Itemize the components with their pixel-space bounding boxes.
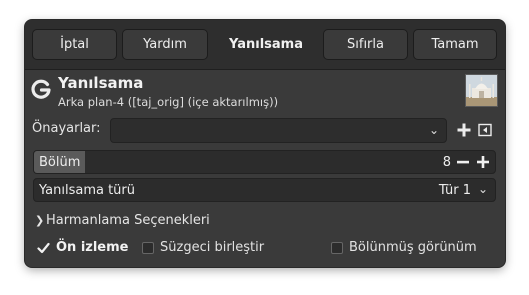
checkbox-box xyxy=(331,241,343,254)
presets-label: Önayarlar: xyxy=(32,121,101,136)
checkbox-box xyxy=(142,241,154,254)
blending-options-expander[interactable]: ❯ Harmanlama Seçenekleri xyxy=(35,213,210,228)
preset-menu-button[interactable] xyxy=(476,121,494,139)
decrement-button[interactable] xyxy=(453,151,473,173)
chevron-down-icon: ⌄ xyxy=(428,123,439,137)
divisions-spinscale[interactable]: Bölüm 8 xyxy=(33,150,496,174)
illusion-type-label: Yanılsama türü xyxy=(39,183,136,198)
chevron-down-icon: ⌄ xyxy=(477,182,488,196)
chevron-right-icon: ❯ xyxy=(35,214,45,227)
merge-filter-checkbox[interactable]: Süzgeci birleştir xyxy=(142,240,264,255)
divisions-value: 8 xyxy=(442,155,451,170)
reset-button[interactable]: Sıfırla xyxy=(323,29,408,60)
gimp-g-icon xyxy=(31,79,51,99)
blending-options-label: Harmanlama Seçenekleri xyxy=(46,213,210,228)
illusion-type-combo[interactable]: Yanılsama türü Tür 1 ⌄ xyxy=(33,178,496,202)
operation-subtitle: Arka plan-4 ([taj_orig] (içe aktarılmış)… xyxy=(58,95,279,109)
menu-left-icon xyxy=(478,123,492,137)
add-preset-button[interactable] xyxy=(455,121,473,139)
preview-checkbox[interactable]: Ön izleme xyxy=(37,240,129,255)
divisions-label: Bölüm xyxy=(39,155,81,170)
minus-icon xyxy=(457,160,469,164)
split-view-checkbox[interactable]: Bölünmüş görünüm xyxy=(331,240,477,255)
illusion-type-value: Tür 1 xyxy=(438,183,471,198)
taj-thumbnail-image xyxy=(466,75,497,106)
split-view-label: Bölünmüş görünüm xyxy=(349,240,477,255)
preview-label: Ön izleme xyxy=(56,240,129,255)
layer-thumbnail xyxy=(465,74,498,107)
header-bar: İptal Yardım Yanılsama Sıfırla Tamam xyxy=(25,20,505,70)
plus-icon xyxy=(477,156,489,168)
checkmark-icon xyxy=(37,242,50,254)
cancel-button[interactable]: İptal xyxy=(32,29,117,60)
merge-filter-label: Süzgeci birleştir xyxy=(160,240,265,255)
dialog-title: Yanılsama xyxy=(229,37,303,52)
ok-button[interactable]: Tamam xyxy=(413,29,497,60)
plus-icon xyxy=(457,123,471,137)
presets-combo[interactable]: ⌄ xyxy=(110,118,447,143)
operation-title: Yanılsama xyxy=(58,74,144,92)
increment-button[interactable] xyxy=(473,151,493,173)
illusion-dialog: İptal Yardım Yanılsama Sıfırla Tamam Yan… xyxy=(25,20,505,267)
help-button[interactable]: Yardım xyxy=(122,29,208,60)
